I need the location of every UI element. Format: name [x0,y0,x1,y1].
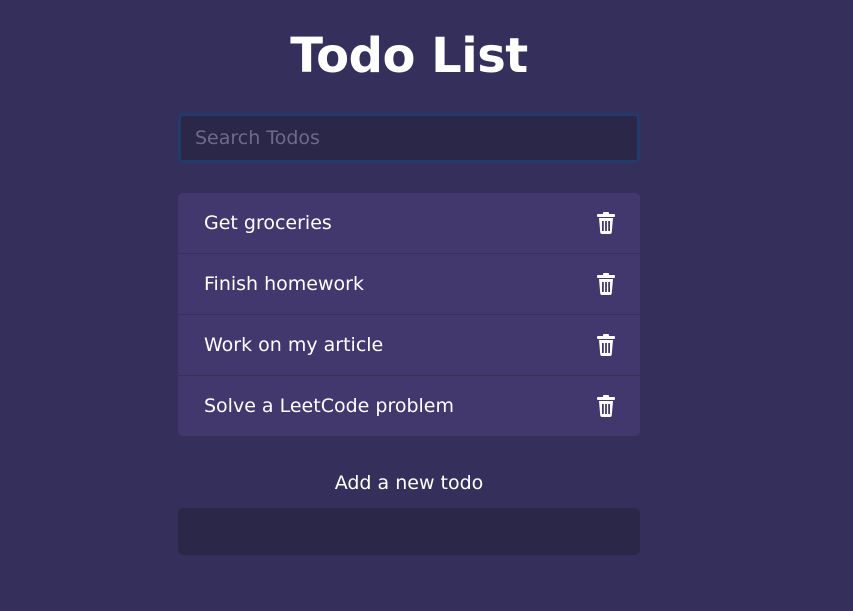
search-form [178,113,640,163]
todo-label: Finish homework [204,273,364,295]
todo-item: Finish homework [178,254,640,315]
todo-item: Work on my article [178,315,640,376]
todo-item: Get groceries [178,193,640,254]
trash-icon[interactable] [596,211,616,235]
trash-icon[interactable] [596,333,616,357]
todo-label: Work on my article [204,334,384,356]
todo-list: Get groceries Finish homework Work on my… [178,193,640,436]
search-input[interactable] [178,113,640,163]
add-todo-label: Add a new todo [334,472,484,494]
page-title: Todo List [290,28,528,84]
add-todo-input[interactable] [178,508,640,555]
todo-label: Solve a LeetCode problem [204,395,454,417]
trash-icon[interactable] [596,272,616,296]
todo-item: Solve a LeetCode problem [178,376,640,436]
trash-icon[interactable] [596,394,616,418]
todo-label: Get groceries [204,212,332,234]
